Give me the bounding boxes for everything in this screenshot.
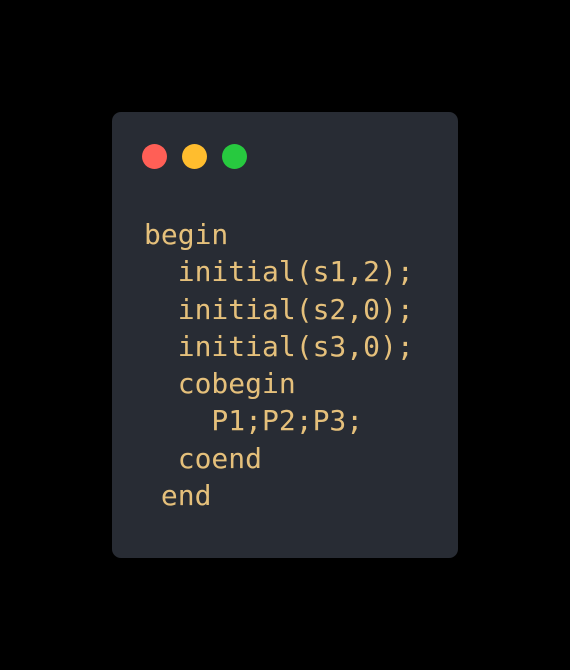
- code-line: initial(s3,0);: [144, 329, 414, 363]
- code-line: cobegin: [144, 367, 296, 401]
- code-line: coend: [144, 441, 263, 475]
- code-window: begin initial(s1,2); initial(s2,0); init…: [112, 112, 458, 558]
- code-line: end: [144, 479, 212, 513]
- code-line: initial(s2,0);: [144, 292, 414, 326]
- code-line: P1;P2;P3;: [144, 404, 364, 438]
- close-dot-icon[interactable]: [142, 144, 167, 169]
- code-line: initial(s1,2);: [144, 255, 414, 289]
- maximize-dot-icon[interactable]: [222, 144, 247, 169]
- code-block: begin initial(s1,2); initial(s2,0); init…: [144, 216, 414, 514]
- code-line: begin: [144, 218, 229, 251]
- minimize-dot-icon[interactable]: [182, 144, 207, 169]
